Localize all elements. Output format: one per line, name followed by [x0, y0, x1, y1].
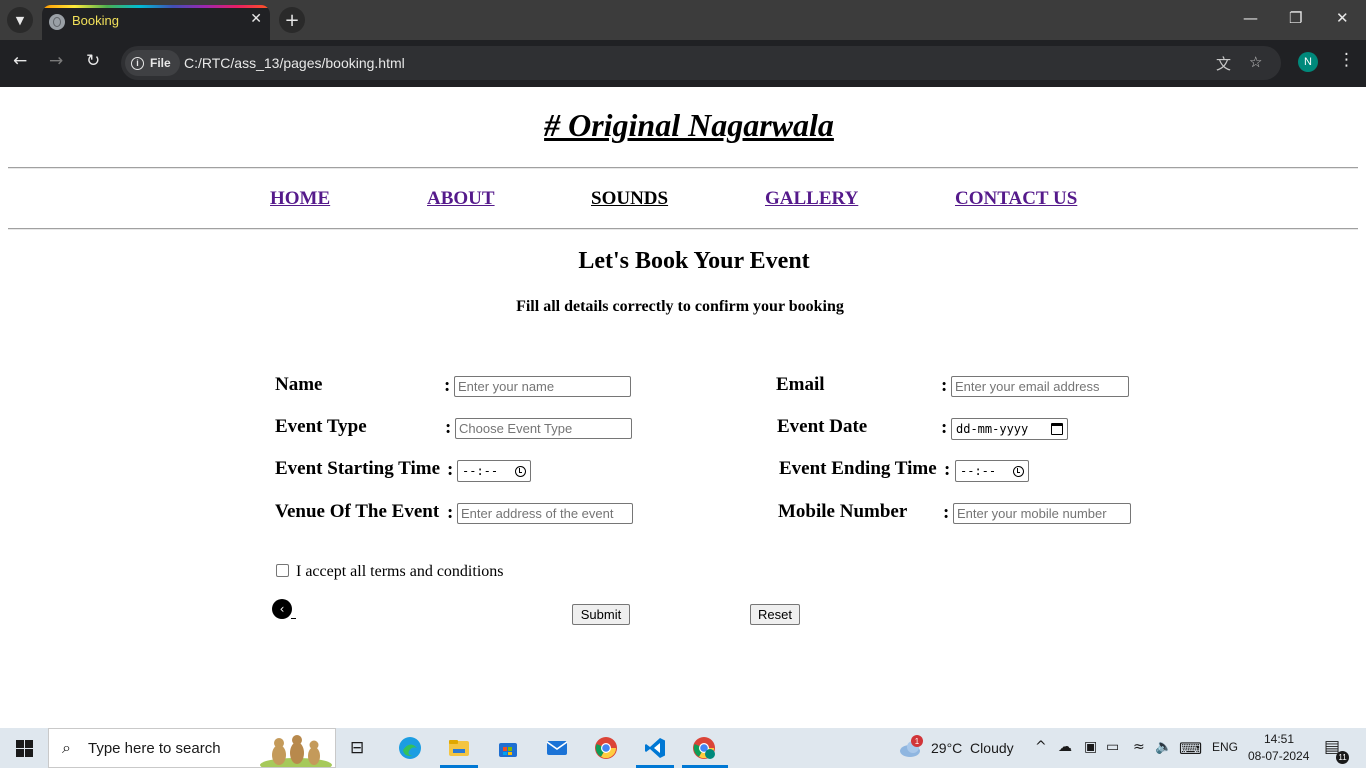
volume-icon[interactable]: 🔈 — [1155, 739, 1172, 755]
browser-menu-icon[interactable]: ⋮ — [1338, 50, 1355, 70]
clock-icon[interactable] — [1013, 465, 1024, 477]
translate-icon[interactable]: 文 — [1216, 53, 1231, 74]
tab-search-chevron-icon[interactable]: ▼ — [7, 7, 33, 33]
nav-link-contact[interactable]: CONTACT US — [955, 188, 1077, 210]
end-time-label: Event Ending Time — [779, 458, 937, 479]
name-input[interactable] — [454, 376, 631, 397]
event-date-colon: : — [941, 417, 948, 438]
start-time-input[interactable]: --:-- — [457, 460, 531, 482]
search-highlight-meerkats-icon — [260, 735, 332, 767]
search-icon: ⌕ — [62, 738, 71, 757]
back-arrow-icon[interactable]: ← — [13, 51, 27, 71]
language-indicator[interactable]: ENG — [1212, 740, 1238, 754]
bookmark-star-icon[interactable]: ☆ — [1249, 53, 1262, 71]
task-view-icon[interactable]: ⊟ — [350, 738, 364, 758]
name-colon: : — [444, 375, 451, 396]
restore-icon[interactable]: ❐ — [1289, 9, 1302, 27]
tab-title: Booking — [72, 13, 119, 28]
forward-arrow-icon[interactable]: → — [49, 51, 63, 71]
weather-text[interactable]: 29°C Cloudy — [931, 740, 1014, 756]
browser-tabstrip: ▼ Booking ✕ + — ❐ ✕ — [0, 0, 1366, 40]
nav-link-home[interactable]: HOME — [270, 188, 330, 210]
clock-date[interactable]: 08-07-2024 — [1248, 749, 1309, 763]
mobile-input[interactable] — [953, 503, 1131, 524]
booking-subheading: Fill all details correctly to confirm yo… — [516, 298, 844, 315]
venue-label: Venue Of The Event — [275, 501, 440, 522]
file-explorer-icon[interactable] — [447, 736, 471, 760]
back-link-underline — [291, 618, 296, 619]
keyboard-icon[interactable]: ⌨ — [1179, 739, 1202, 758]
tab-booking[interactable]: Booking ✕ — [42, 5, 270, 40]
terms-checkbox[interactable] — [276, 564, 289, 577]
windows-start-icon[interactable] — [16, 740, 33, 757]
vscode-icon[interactable] — [643, 736, 667, 760]
event-date-value: dd-mm-yyyy — [956, 422, 1029, 436]
terms-label: I accept all terms and conditions — [296, 563, 504, 580]
mobile-colon: : — [943, 502, 950, 523]
end-time-value: --:-- — [960, 464, 997, 478]
windows-taskbar: ⌕ Type here to search ⊟ 1 29°C Cloudy ^ … — [0, 728, 1366, 768]
profile-avatar[interactable]: N — [1298, 52, 1318, 72]
venue-colon: : — [447, 502, 454, 523]
chrome-icon[interactable] — [594, 736, 618, 760]
minimize-icon[interactable]: — — [1243, 9, 1258, 27]
page-content: # Original Nagarwala HOME ABOUT SOUNDS G… — [0, 87, 1366, 728]
reset-button[interactable]: Reset — [750, 604, 800, 625]
taskbar-search-text: Type here to search — [88, 740, 221, 757]
start-time-colon: : — [447, 459, 454, 480]
event-type-colon: : — [445, 417, 452, 438]
name-label: Name — [275, 374, 323, 395]
onedrive-cloud-icon[interactable]: ☁ — [1058, 739, 1072, 755]
submit-button[interactable]: Submit — [572, 604, 630, 625]
nav-link-gallery[interactable]: GALLERY — [765, 188, 858, 210]
site-title: # Original Nagarwala — [544, 107, 834, 143]
top-divider — [8, 167, 1358, 169]
reload-icon[interactable]: ↻ — [86, 51, 100, 71]
email-input[interactable] — [951, 376, 1129, 397]
mail-icon[interactable] — [545, 736, 569, 760]
start-time-value: --:-- — [462, 464, 499, 478]
meet-now-icon[interactable]: ▣ — [1084, 739, 1097, 755]
email-colon: : — [941, 375, 948, 396]
nav-divider — [8, 228, 1358, 230]
tab-group-color-bar — [42, 5, 270, 8]
event-date-label: Event Date — [777, 416, 868, 437]
email-label: Email — [776, 374, 825, 395]
microsoft-store-icon[interactable] — [496, 736, 520, 760]
show-hidden-icons-chevron-icon[interactable]: ^ — [1035, 739, 1047, 755]
close-tab-icon[interactable]: ✕ — [250, 11, 262, 27]
notification-count-badge: 11 — [1336, 751, 1349, 764]
file-chip-label: File — [150, 56, 171, 70]
nav-link-about[interactable]: ABOUT — [427, 188, 495, 210]
chrome-profile-icon[interactable] — [692, 736, 716, 760]
nav-link-sounds[interactable]: SOUNDS — [591, 188, 668, 210]
edge-icon[interactable] — [398, 736, 422, 760]
venue-input[interactable] — [457, 503, 633, 524]
wifi-icon[interactable]: ≈ — [1133, 739, 1145, 755]
calendar-icon[interactable] — [1051, 423, 1063, 435]
mobile-label: Mobile Number — [778, 501, 908, 522]
url-text[interactable]: C:/RTC/ass_13/pages/booking.html — [184, 55, 405, 71]
window-close-icon[interactable]: ✕ — [1336, 9, 1349, 27]
end-time-input[interactable]: --:-- — [955, 460, 1029, 482]
site-info-chip[interactable]: i File — [125, 50, 180, 76]
booking-heading: Let's Book Your Event — [578, 248, 810, 274]
battery-icon[interactable]: ▭ — [1106, 739, 1119, 755]
start-time-label: Event Starting Time — [275, 458, 441, 479]
event-date-input[interactable]: dd-mm-yyyy — [951, 418, 1068, 440]
info-icon: i — [131, 56, 144, 70]
end-time-colon: : — [944, 459, 951, 480]
clock-icon[interactable] — [515, 465, 526, 477]
globe-icon — [49, 14, 65, 30]
event-type-label: Event Type — [275, 416, 367, 437]
taskbar-search-box[interactable]: ⌕ Type here to search — [48, 728, 336, 768]
new-tab-plus-icon[interactable]: + — [279, 7, 305, 33]
address-bar[interactable]: i File C:/RTC/ass_13/pages/booking.html … — [121, 46, 1281, 80]
back-arrow-icon[interactable]: ‹ — [272, 599, 292, 619]
event-type-input[interactable] — [455, 418, 632, 439]
weather-alert-badge: 1 — [911, 735, 923, 747]
clock-time[interactable]: 14:51 — [1264, 732, 1294, 746]
browser-toolbar: ← → ↻ i File C:/RTC/ass_13/pages/booking… — [0, 40, 1366, 87]
